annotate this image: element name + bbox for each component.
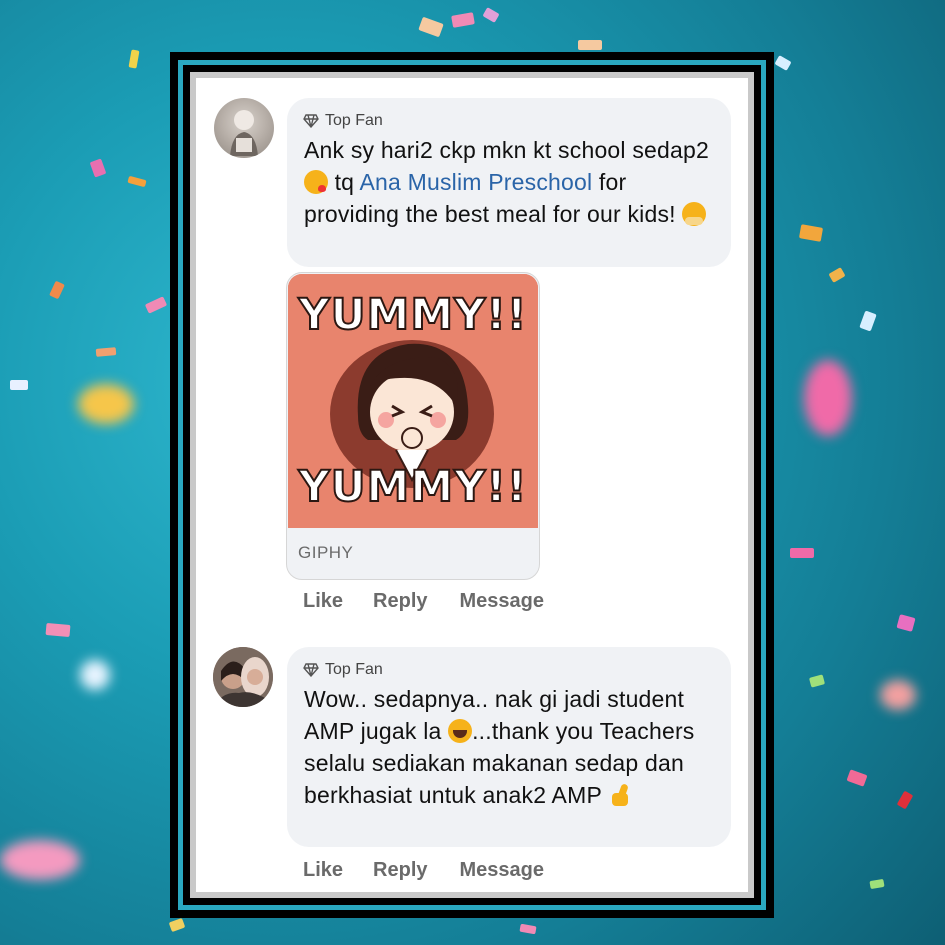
confetti-piece xyxy=(859,310,877,332)
diamond-icon xyxy=(303,663,319,677)
confetti-piece xyxy=(790,548,814,558)
confetti-piece xyxy=(89,158,107,178)
gif-source-label: GIPHY xyxy=(298,543,354,562)
confetti-piece xyxy=(127,175,147,188)
confetti-piece xyxy=(482,7,500,23)
top-fan-badge: Top Fan xyxy=(303,112,383,130)
comment-text-part: tq xyxy=(328,169,360,195)
confetti-piece xyxy=(774,55,792,71)
confetti-blur xyxy=(804,360,852,436)
confetti-piece xyxy=(896,790,914,810)
confetti-piece xyxy=(168,917,186,933)
confetti-piece xyxy=(451,12,475,28)
gif-caption-bottom: YUMMY!! xyxy=(298,461,528,513)
message-button[interactable]: Message xyxy=(460,590,545,613)
confetti-blur xyxy=(78,384,134,424)
confetti-piece xyxy=(896,614,916,632)
confetti-piece xyxy=(808,674,826,688)
thumbs-up-emoji-icon xyxy=(608,783,632,807)
avatar-image xyxy=(213,647,273,707)
reply-button[interactable]: Reply xyxy=(373,590,427,613)
confetti-blur xyxy=(0,840,80,880)
confetti-piece xyxy=(95,347,117,357)
confetti-piece xyxy=(846,769,868,787)
confetti-piece xyxy=(418,16,444,38)
comment-text: Wow.. sedapnya.. nak gi jadi student AMP… xyxy=(304,683,719,811)
laughing-tears-emoji-icon xyxy=(448,719,473,743)
confetti-piece xyxy=(10,380,28,390)
message-button[interactable]: Message xyxy=(460,859,545,882)
like-button[interactable]: Like xyxy=(303,859,343,882)
confetti-piece xyxy=(49,280,65,300)
comment-text: Ank sy hari2 ckp mkn kt school sedap2 tq… xyxy=(304,134,719,230)
confetti-piece xyxy=(578,40,602,50)
gif-image: YUMMY!! YUMMY!! xyxy=(288,274,538,528)
confetti-piece xyxy=(144,296,168,314)
gif-caption-top: YUMMY!! xyxy=(298,289,528,341)
kissing-face-emoji-icon xyxy=(304,170,328,194)
confetti-piece xyxy=(45,622,71,638)
avatar-image xyxy=(230,110,258,156)
confetti-piece xyxy=(519,923,537,935)
confetti-piece xyxy=(869,878,885,890)
mention-link[interactable]: Ana Muslim Preschool xyxy=(360,169,593,195)
reply-button[interactable]: Reply xyxy=(373,859,427,882)
gif-attachment[interactable]: YUMMY!! YUMMY!! GIPHY xyxy=(286,272,540,580)
confetti-piece xyxy=(128,49,140,69)
diamond-icon xyxy=(303,114,319,128)
comment-text-part: Ank sy hari2 ckp mkn kt school sedap2 xyxy=(304,137,709,163)
like-button[interactable]: Like xyxy=(303,590,343,613)
top-fan-badge: Top Fan xyxy=(303,661,383,679)
confetti-blur xyxy=(80,660,110,690)
confetti-piece xyxy=(828,267,846,283)
comment-actions: Like Reply Message xyxy=(303,859,544,882)
confetti-piece xyxy=(798,224,824,242)
comment-bubble: Top Fan Wow.. sedapnya.. nak gi jadi stu… xyxy=(287,647,731,847)
avatar[interactable] xyxy=(213,647,273,707)
comment-actions: Like Reply Message xyxy=(303,590,544,613)
avatar[interactable] xyxy=(214,98,274,158)
hugging-face-emoji-icon xyxy=(682,202,707,226)
badge-label: Top Fan xyxy=(325,112,383,129)
comment-bubble: Top Fan Ank sy hari2 ckp mkn kt school s… xyxy=(287,98,731,267)
confetti-blur xyxy=(880,680,916,710)
badge-label: Top Fan xyxy=(325,661,383,678)
